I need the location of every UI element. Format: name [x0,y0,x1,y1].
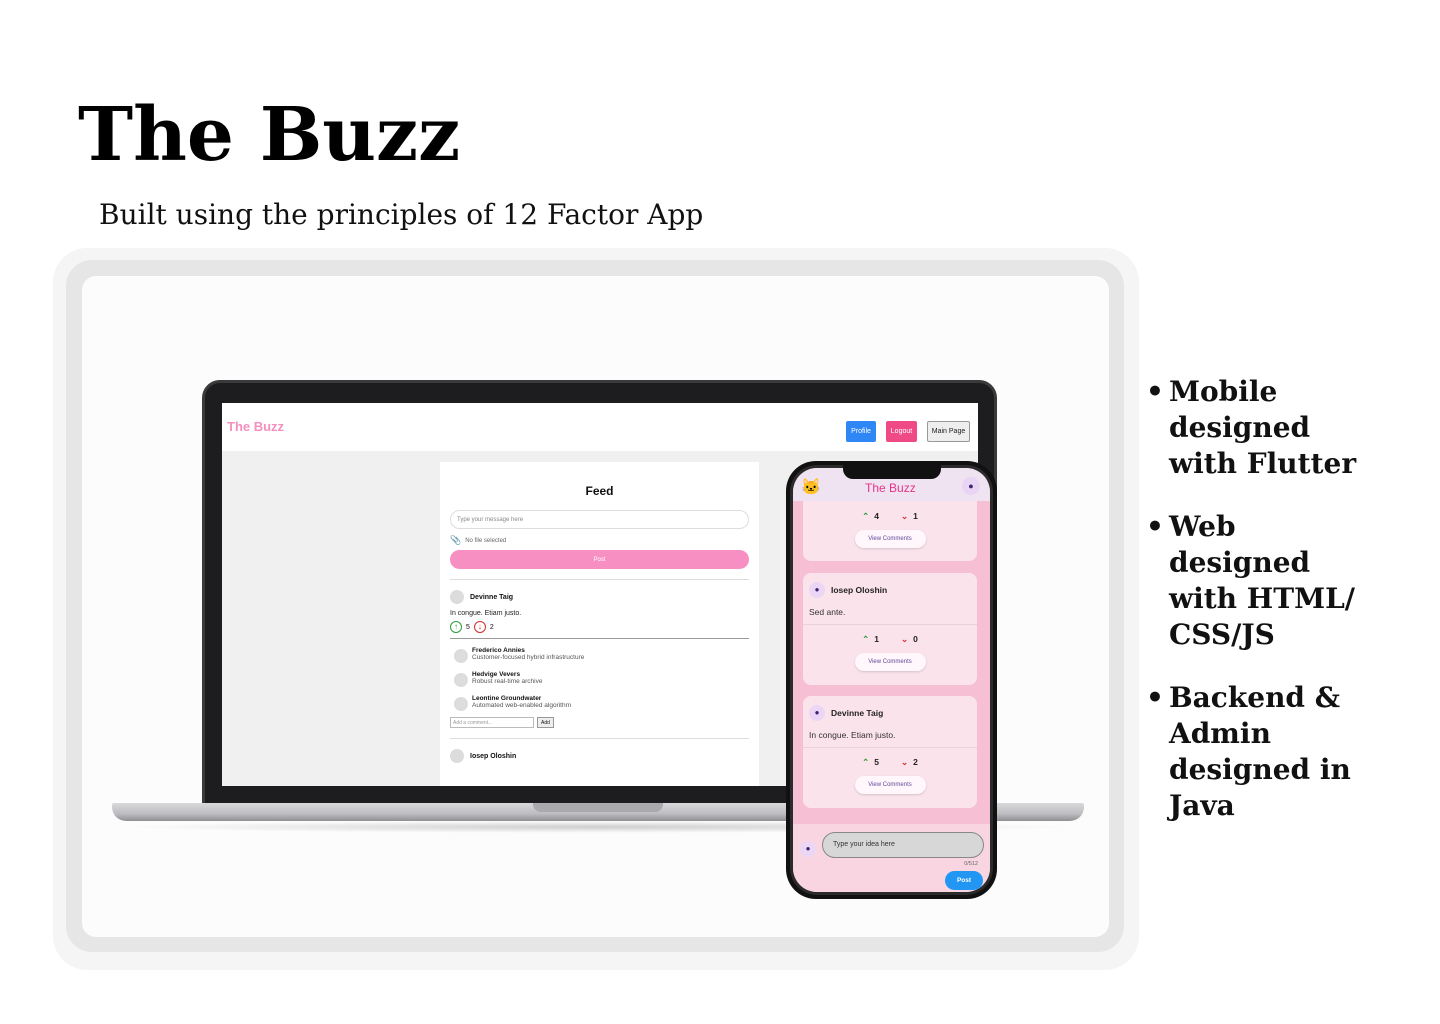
add-comment-input[interactable]: Add a comment... [450,717,534,728]
logout-button[interactable]: Logout [886,421,917,442]
vote-row: ↑ 5 ↓ 2 [450,621,749,633]
bullet-icon: • [1146,510,1164,543]
upvote[interactable]: ⌃ 5 [862,757,879,768]
paperclip-icon[interactable]: 📎 [450,535,461,546]
web-brand[interactable]: The Buzz [227,419,284,434]
feature-text: Mobile designed with Flutter [1169,375,1357,480]
avatar [454,673,468,687]
feed-title: Feed [585,484,614,498]
vote-row: ⌃ 4 ⌄ 1 [803,501,977,522]
downvote[interactable]: ⌄ 0 [901,634,918,645]
comment-author: Hedvige Vevers [472,671,521,678]
page-subtitle: Built using the principles of 12 Factor … [99,198,704,231]
feature-text: Web designed with HTML/ CSS/JS [1169,510,1355,651]
phone-app-title: The Buzz [865,481,916,495]
comment-text: Robust real-time archive [472,678,543,685]
person-icon: ● [809,582,825,598]
comment-item: Leontine Groundwater Automated web-enabl… [450,695,749,711]
upvote[interactable]: ⌃ 1 [862,634,879,645]
upvote[interactable]: ⌃ 4 [862,511,879,522]
post-header: Devinne Taig [450,590,749,604]
post-card: ⌃ 4 ⌄ 1 View Comments [803,501,977,561]
view-comments-button[interactable]: View Comments [854,530,926,548]
comment-item: Hedvige Vevers Robust real-time archive [450,671,749,687]
page-title: The Buzz [78,92,461,178]
chevron-up-icon[interactable]: ⌃ [862,757,869,767]
downvote-icon[interactable]: ↓ [473,621,486,633]
post-header: Iosep Oloshin [450,749,749,763]
profile-button[interactable]: Profile [846,421,876,442]
upvote-icon[interactable]: ↑ [450,621,462,633]
phone-screen: 🐱 The Buzz ● ⌃ 4 ⌄ 1 View Comments ● Iosep… [793,468,990,892]
phone-post-button[interactable]: Post [945,871,983,890]
divider [450,738,749,739]
person-icon: ● [809,705,825,721]
idea-input[interactable]: Type your idea here [822,832,984,858]
post-body: Sed ante. [809,607,846,617]
file-status: No file selected [465,537,507,544]
message-input[interactable]: Type your message here [450,510,749,529]
cat-logo-icon: 🐱 [801,479,821,496]
chevron-down-icon[interactable]: ⌄ [901,634,908,644]
post-author: Iosep Oloshin [831,585,888,595]
vote-row: ⌃ 5 ⌄ 2 [803,748,977,768]
post-author: Iosep Oloshin [470,752,517,760]
post-card: ● Devinne Taig In congue. Etiam justo. ⌃… [803,696,977,808]
profile-icon[interactable]: ● [962,477,980,495]
file-picker[interactable]: 📎 No file selected [450,535,749,546]
web-header: The Buzz Profile Logout Main Page [222,403,978,451]
avatar [450,749,464,763]
feature-list: • Mobile designed with Flutter • Web des… [1146,374,1436,824]
main-page-button[interactable]: Main Page [927,421,970,442]
comment-text: Automated web-enabled algorithm [472,702,572,709]
chevron-up-icon[interactable]: ⌃ [862,634,869,644]
comment-author: Leontine Groundwater [472,695,542,702]
bullet-icon: • [1146,681,1164,714]
phone-notch [843,465,941,479]
divider [450,638,749,639]
comment-item: Frederico Annies Customer-focused hybrid… [450,647,749,663]
post-body: In congue. Etiam justo. [809,730,896,740]
downvote-count: 2 [489,623,494,631]
feed-panel: Feed Type your message here 📎 No file se… [440,462,759,786]
avatar [454,697,468,711]
person-icon: ● [800,841,816,857]
post-body: In congue. Etiam justo. [450,610,522,617]
avatar [450,590,464,604]
downvote[interactable]: ⌄ 2 [901,757,918,768]
add-comment-row: Add a comment... Add [450,717,749,728]
feature-item: • Web designed with HTML/ CSS/JS [1146,509,1436,653]
laptop-notch [533,803,663,812]
chevron-up-icon[interactable]: ⌃ [862,511,869,521]
char-counter: 0/512 [964,861,978,867]
view-comments-button[interactable]: View Comments [854,653,926,671]
post-card: ● Iosep Oloshin Sed ante. ⌃ 1 ⌄ 0 View Com… [803,573,977,685]
chevron-down-icon[interactable]: ⌄ [901,511,908,521]
card-header: ● Devinne Taig [803,696,977,721]
add-comment-button[interactable]: Add [537,717,554,728]
bullet-icon: • [1146,375,1164,408]
comment-text: Customer-focused hybrid infrastructure [472,654,585,661]
divider [450,579,749,580]
comment-author: Frederico Annies [472,647,525,654]
feature-item: • Backend & Admin designed in Java [1146,680,1436,824]
avatar [454,649,468,663]
downvote[interactable]: ⌄ 1 [901,511,918,522]
feature-item: • Mobile designed with Flutter [1146,374,1436,482]
compose-bar: ● Type your idea here 0/512 Post [793,824,990,892]
post-button[interactable]: Post [450,550,749,569]
upvote-count: 5 [466,623,470,631]
card-header: ● Iosep Oloshin [803,573,977,598]
view-comments-button[interactable]: View Comments [854,776,926,794]
post-author: Devinne Taig [470,593,514,601]
vote-row: ⌃ 1 ⌄ 0 [803,625,977,645]
chevron-down-icon[interactable]: ⌄ [901,757,908,767]
feature-text: Backend & Admin designed in Java [1169,681,1351,822]
post-author: Devinne Taig [831,708,884,718]
